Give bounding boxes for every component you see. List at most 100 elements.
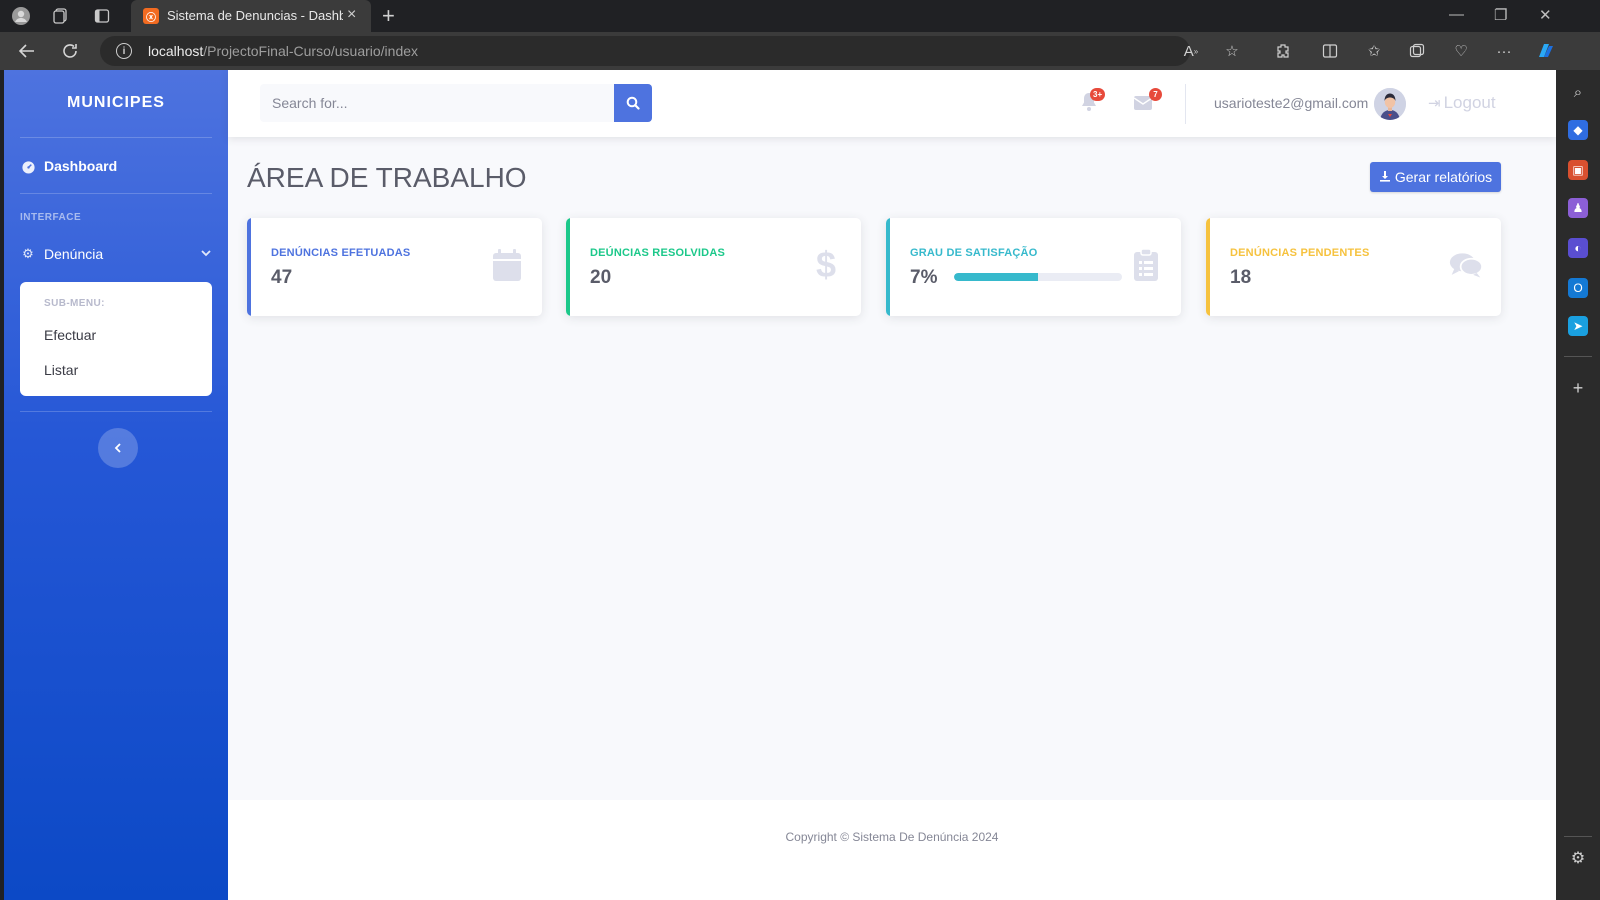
card-accent-bar (566, 218, 570, 316)
chevron-left-icon (114, 443, 121, 453)
logout-button[interactable]: ⇥ Logout (1428, 93, 1496, 113)
close-tab-icon[interactable]: × (347, 6, 356, 24)
tab-title: Sistema de Denuncias - Dashboard (167, 8, 343, 23)
search-icon (626, 96, 640, 110)
split-screen-icon[interactable] (1320, 41, 1340, 61)
stat-card-denuncias-efetuadas: DENÚNCIAS EFETUADAS 47 (247, 218, 542, 316)
card-label: DENÚNCIAS EFETUADAS (271, 247, 411, 259)
sidebar-divider (20, 193, 212, 194)
stat-card-denuncias-resolvidas: DEÚNCIAS RESOLVIDAS 20 $ (566, 218, 861, 316)
minimize-icon[interactable]: — (1449, 6, 1464, 23)
clipboard-list-icon (1129, 248, 1163, 282)
microsoft-365-icon[interactable]: ◐ (1568, 238, 1588, 258)
url-text: localhost/ProjectoFinal-Curso/usuario/in… (148, 43, 419, 59)
sidebar-item-label: Denúncia (44, 246, 104, 262)
browser-essentials-icon[interactable]: ♡ (1451, 41, 1471, 61)
card-value: 18 (1230, 267, 1252, 288)
copilot-icon[interactable] (1535, 41, 1555, 61)
sidebar-item-label: Dashboard (44, 158, 118, 174)
card-value: 47 (271, 267, 293, 288)
favorite-star-icon[interactable]: ☆ (1222, 41, 1242, 61)
chevron-down-icon (200, 247, 212, 262)
sidebar-heading: INTERFACE (20, 212, 82, 223)
card-value: 7% (910, 267, 938, 288)
refresh-icon[interactable] (59, 40, 81, 62)
new-tab-icon[interactable]: + (382, 3, 395, 29)
cog-icon: ⚙ (22, 246, 34, 261)
copyright-text: Copyright © Sistema De Denúncia 2024 (785, 830, 999, 844)
tachometer-icon (20, 158, 36, 174)
sidebar-divider (1564, 836, 1592, 837)
search-input[interactable] (260, 84, 614, 122)
card-accent-bar (1206, 218, 1210, 316)
topbar: 3+ 7 usarioteste2@gmail.com ⇥ Logout (228, 70, 1556, 137)
close-window-icon[interactable]: ✕ (1539, 6, 1552, 24)
search-icon[interactable]: ⌕ (1568, 82, 1588, 102)
stat-card-grau-satisfacao: GRAU DE SATISFAÇÃO 7% (886, 218, 1181, 316)
edge-sidebar: ⌕ ◆ ▣ ♟ ◐ O ➤ + ⚙ (1556, 70, 1600, 900)
web-page: MUNICIPES Dashboard INTERFACE ⚙ Denúncia… (4, 70, 1556, 900)
browser-tab-strip: ⓧ Sistema de Denuncias - Dashboard × + —… (0, 0, 1600, 32)
browser-toolbar: i localhost/ProjectoFinal-Curso/usuario/… (0, 32, 1600, 70)
workspaces-icon[interactable] (51, 6, 71, 26)
send-icon[interactable]: ➤ (1568, 316, 1588, 336)
submenu-panel: SUB-MENU: Efectuar Listar (20, 282, 212, 396)
sidebar-divider (1564, 356, 1592, 357)
card-label: GRAU DE SATISFAÇÃO (910, 247, 1038, 259)
outlook-icon[interactable]: O (1568, 278, 1588, 298)
alerts-badge: 3+ (1090, 88, 1106, 101)
back-icon[interactable] (16, 40, 38, 62)
shopping-tag-icon[interactable]: ◆ (1568, 120, 1588, 140)
sidebar-item-dashboard[interactable]: Dashboard (20, 154, 212, 178)
games-icon[interactable]: ♟ (1568, 198, 1588, 218)
settings-icon[interactable]: ⚙ (1568, 848, 1588, 868)
logout-label: Logout (1443, 93, 1496, 112)
calendar-icon (490, 248, 524, 282)
address-bar[interactable]: i localhost/ProjectoFinal-Curso/usuario/… (100, 36, 1190, 66)
submenu-heading: SUB-MENU: (44, 298, 105, 309)
sidebar-divider (20, 411, 212, 412)
topbar-divider (1185, 84, 1186, 124)
generate-reports-button[interactable]: Gerar relatórios (1370, 162, 1501, 192)
card-value: 20 (590, 267, 612, 288)
restore-icon[interactable]: ❐ (1494, 6, 1507, 24)
comments-icon (1449, 248, 1483, 282)
dollar-icon: $ (815, 244, 837, 285)
download-icon (1379, 170, 1391, 185)
search-button[interactable] (614, 84, 652, 122)
messages-dropdown[interactable]: 7 (1133, 88, 1162, 116)
sidebar-divider (20, 137, 212, 138)
satisfaction-progress-bar (954, 273, 1122, 281)
sign-out-icon: ⇥ (1428, 95, 1441, 112)
sidebar-toggle-button[interactable] (98, 428, 138, 468)
footer: Copyright © Sistema De Denúncia 2024 (228, 800, 1556, 900)
brand-title[interactable]: MUNICIPES (4, 94, 228, 112)
browser-tab-active[interactable]: ⓧ Sistema de Denuncias - Dashboard × (131, 0, 371, 32)
card-accent-bar (247, 218, 251, 316)
avatar[interactable] (1374, 88, 1406, 120)
alerts-dropdown[interactable]: 3+ (1080, 88, 1106, 116)
messages-badge: 7 (1149, 88, 1162, 101)
extensions-icon[interactable] (1273, 41, 1293, 61)
submenu-item-listar[interactable]: Listar (44, 362, 78, 378)
sidebar-item-denuncia[interactable]: ⚙ Denúncia (20, 242, 212, 266)
collections-icon[interactable] (1407, 41, 1427, 61)
card-accent-bar (886, 218, 890, 316)
tab-actions-icon[interactable] (92, 6, 112, 26)
search-form (260, 84, 652, 122)
stat-card-denuncias-pendentes: DENÚNCIAS PENDENTES 18 (1206, 218, 1501, 316)
add-icon[interactable]: + (1568, 378, 1588, 398)
profile-icon[interactable] (11, 6, 31, 26)
xampp-favicon-icon: ⓧ (143, 8, 159, 24)
site-info-icon[interactable]: i (116, 43, 132, 59)
tools-icon[interactable]: ▣ (1568, 160, 1588, 180)
favorites-icon[interactable]: ✩ (1364, 41, 1384, 61)
card-label: DEÚNCIAS RESOLVIDAS (590, 247, 725, 259)
read-aloud-icon[interactable]: A» (1181, 41, 1201, 61)
submenu-item-efectuar[interactable]: Efectuar (44, 327, 96, 343)
more-options-icon[interactable]: ··· (1494, 41, 1514, 61)
card-label: DENÚNCIAS PENDENTES (1230, 247, 1370, 259)
page-title: ÁREA DE TRABALHO (247, 162, 527, 193)
generate-reports-label: Gerar relatórios (1394, 169, 1493, 185)
user-email[interactable]: usarioteste2@gmail.com (1214, 95, 1368, 111)
